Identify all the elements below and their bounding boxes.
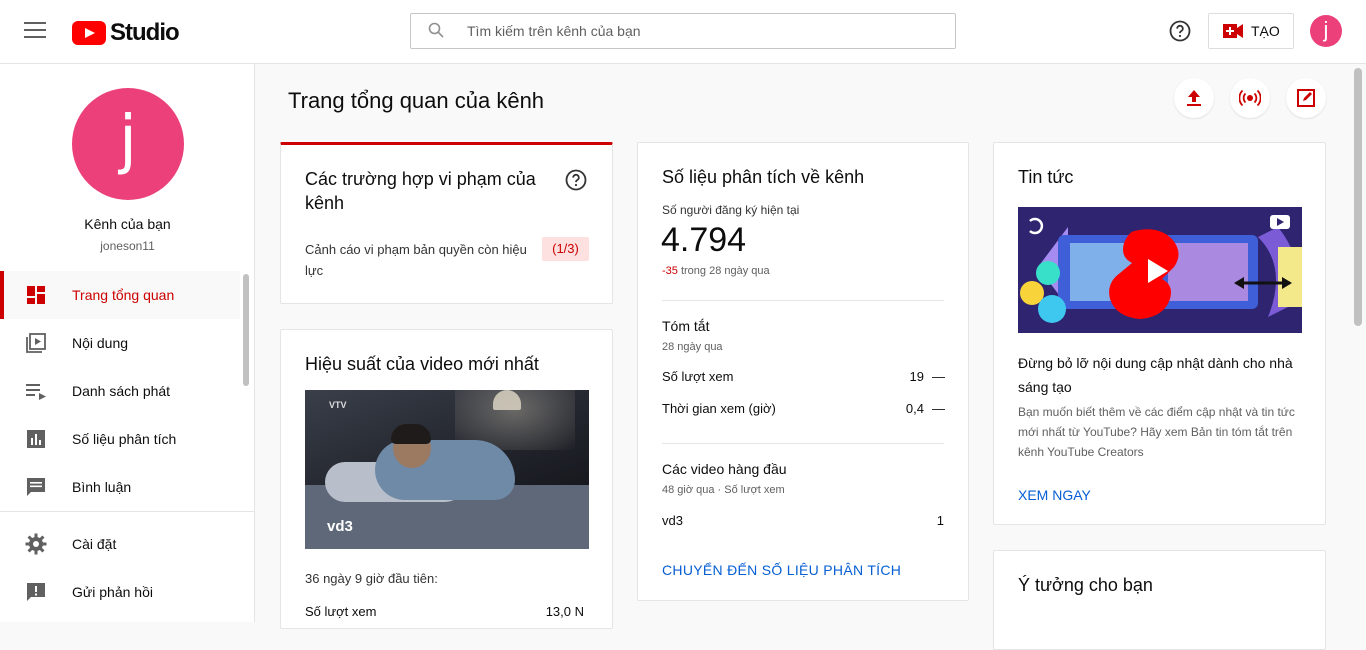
sidebar-item-comments[interactable]: Bình luận [0, 463, 240, 511]
watch-time-trend: — [932, 401, 945, 416]
create-button[interactable]: TẠO [1208, 13, 1294, 49]
divider [662, 300, 944, 301]
search-icon [428, 22, 444, 38]
subscribers-count: 4.794 [661, 221, 747, 259]
watch-time-value: 0,4 [905, 401, 924, 416]
sidebar-item-playlists[interactable]: Danh sách phát [0, 367, 240, 415]
top-videos-subtitle: 48 giờ qua · Số lượt xem [662, 484, 785, 496]
subscribers-delta: -35 [662, 265, 678, 277]
views-label: Số lượt xem [305, 604, 377, 619]
watch-now-link[interactable]: XEM NGAY [1018, 487, 1091, 503]
top-video-views: 1 [936, 513, 944, 528]
performance-period: 36 ngày 9 giờ đầu tiên: [305, 571, 438, 586]
upload-button[interactable] [1174, 78, 1214, 118]
ideas-card: Ý tưởng cho bạn [993, 550, 1326, 650]
channel-handle: joneson11 [100, 239, 155, 253]
search-input[interactable] [467, 14, 937, 48]
playlist-icon [26, 384, 46, 400]
channel-analytics-card: Số liệu phân tích về kênh Số người đăng … [637, 142, 969, 601]
latest-video-title: Hiệu suất của video mới nhất [305, 354, 539, 374]
create-label: TẠO [1251, 23, 1280, 39]
sidebar-item-label: Số liệu phân tích [72, 431, 177, 447]
go-to-analytics-link[interactable]: CHUYỂN ĐẾN SỐ LIỆU PHÂN TÍCH [662, 562, 901, 578]
sidebar: j Kênh của bạn joneson11 Trang tổng quan… [0, 64, 255, 622]
watch-time-label: Thời gian xem (giờ) [662, 401, 776, 416]
views-value: 13,0 N [545, 604, 584, 619]
go-live-button[interactable] [1230, 78, 1270, 118]
sidebar-item-content[interactable]: Nội dung [0, 319, 240, 367]
gear-icon [25, 533, 47, 555]
sidebar-item-label: Trang tổng quan [72, 287, 175, 303]
summary-views-value: 19 [909, 369, 924, 384]
summary-period: 28 ngày qua [662, 341, 723, 353]
live-icon [1239, 89, 1261, 107]
search-box[interactable] [410, 13, 956, 49]
comments-icon [27, 478, 45, 496]
summary-views-trend: — [932, 369, 945, 384]
strike-count-badge: (1/3) [542, 237, 589, 261]
ideas-title: Ý tưởng cho bạn [1018, 575, 1153, 595]
channel-name: Kênh của bạn [84, 216, 171, 232]
sidebar-divider [0, 511, 254, 512]
news-image[interactable] [1018, 207, 1302, 333]
channel-watermark: VTV [329, 400, 347, 410]
account-avatar[interactable]: j [1310, 15, 1342, 47]
sidebar-item-analytics[interactable]: Số liệu phân tích [0, 415, 240, 463]
subscribers-delta-period: trong 28 ngày qua [677, 265, 770, 277]
logo-text: Studio [110, 19, 180, 46]
video-thumbnail[interactable]: VTV vd3 [305, 390, 589, 549]
top-videos-title: Các video hàng đầu [662, 461, 787, 477]
sidebar-item-label: Nội dung [72, 335, 129, 351]
edit-icon [1297, 89, 1315, 107]
sidebar-item-label: Cài đặt [72, 536, 117, 552]
sidebar-item-label: Gửi phản hồi [72, 584, 153, 600]
subscribers-label: Số người đăng ký hiện tại [662, 203, 800, 217]
feedback-icon [27, 583, 45, 601]
copyright-strike-text[interactable]: Cảnh cáo vi phạm bản quyền còn hiệu lực [305, 239, 535, 281]
summary-title: Tóm tắt [662, 318, 710, 334]
page-title: Trang tổng quan của kênh [288, 88, 545, 113]
thumbnail-video-name: vd3 [327, 518, 353, 535]
page-scrollbar[interactable] [1354, 68, 1362, 326]
sidebar-item-settings[interactable]: Cài đặt [0, 520, 240, 568]
news-title: Tin tức [1018, 167, 1074, 187]
subscribers-change: -35 trong 28 ngày qua [662, 265, 770, 277]
violations-card: Các trường hợp vi phạm của kênh Cảnh cáo… [280, 142, 613, 304]
content-icon [26, 333, 46, 353]
analytics-title: Số liệu phân tích về kênh [662, 167, 865, 187]
youtube-logo-icon [72, 21, 106, 45]
help-icon[interactable] [565, 169, 587, 191]
studio-logo[interactable]: Studio [72, 19, 180, 47]
menu-icon[interactable] [24, 22, 46, 40]
sidebar-item-dashboard[interactable]: Trang tổng quan [0, 271, 240, 319]
sidebar-scrollbar[interactable] [243, 274, 249, 386]
analytics-icon [27, 430, 45, 448]
summary-views-label: Số lượt xem [662, 369, 734, 384]
dashboard-icon [27, 286, 45, 304]
divider [662, 443, 944, 444]
violations-title: Các trường hợp vi phạm của kênh [305, 169, 536, 213]
latest-video-card: Hiệu suất của video mới nhất VTV vd3 36 … [280, 329, 613, 629]
youtube-shorts-illustration [1018, 207, 1302, 333]
sidebar-item-feedback[interactable]: Gửi phản hồi [0, 568, 240, 616]
create-post-button[interactable] [1286, 78, 1326, 118]
upload-icon [1187, 90, 1201, 106]
news-headline: Đừng bỏ lỡ nội dung cập nhật dành cho nh… [1018, 355, 1293, 395]
sidebar-item-label: Bình luận [72, 479, 132, 495]
news-body: Bạn muốn biết thêm về các điểm cập nhật … [1018, 405, 1295, 459]
news-card: Tin tức Đừng bỏ lỡ nội dung cập nhật dàn… [993, 142, 1326, 525]
lamp-shape [493, 390, 521, 410]
help-icon[interactable] [1169, 20, 1191, 42]
top-bar: Studio TẠO j [0, 0, 1366, 64]
sidebar-item-label: Danh sách phát [72, 383, 171, 399]
channel-avatar[interactable]: j [72, 88, 184, 200]
video-camera-icon [1223, 24, 1243, 38]
top-video-name[interactable]: vd3 [662, 513, 683, 528]
